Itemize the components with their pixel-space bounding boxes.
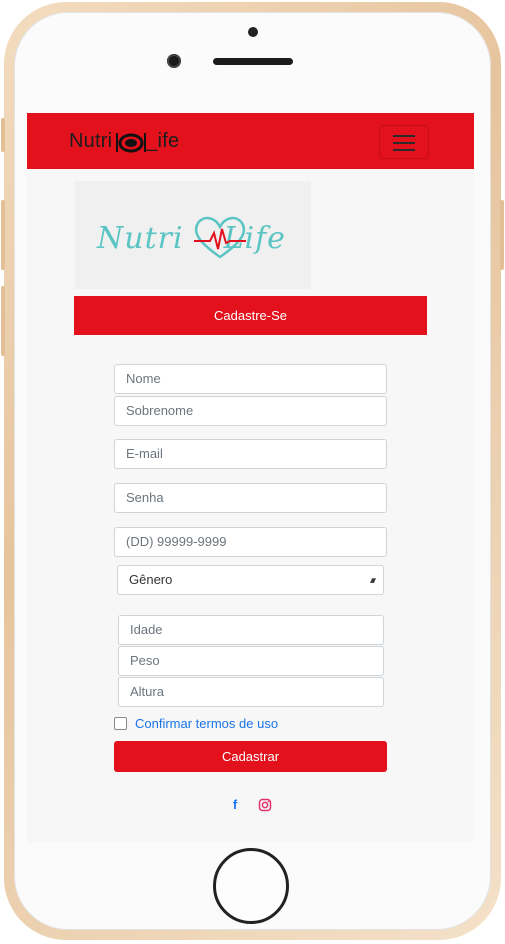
plate-icon (116, 133, 146, 153)
navbar: Nutri _ife (27, 113, 474, 169)
email-input[interactable]: E-mail (114, 439, 387, 469)
genero-select[interactable]: Gênero ▴▾ (117, 565, 384, 595)
menu-toggle-button[interactable] (379, 125, 429, 159)
hamburger-icon (393, 135, 415, 137)
select-arrows-icon: ▴▾ (369, 575, 376, 585)
altura-input[interactable]: Altura (118, 677, 384, 707)
heart-pulse-icon (194, 216, 246, 259)
telefone-input[interactable]: (DD) 99999-9999 (114, 527, 387, 557)
senha-input[interactable]: Senha (114, 483, 387, 513)
page-title: Cadastre-Se (74, 296, 427, 335)
volume-up-button (1, 200, 5, 270)
proximity-sensor (248, 27, 258, 37)
earpiece-speaker (213, 58, 293, 65)
home-button[interactable] (213, 848, 289, 924)
instagram-icon[interactable] (258, 797, 272, 813)
terms-link[interactable]: Confirmar termos de uso (135, 716, 278, 731)
power-button (500, 200, 504, 270)
peso-input[interactable]: Peso (118, 646, 384, 676)
brand-text-right: _ife (146, 130, 180, 152)
terms-checkbox[interactable] (114, 717, 127, 730)
app-screen: Nutri _ife Nutri Life Cadastre-Se Nome Sob… (27, 113, 474, 843)
idade-input[interactable]: Idade (118, 615, 384, 645)
volume-down-button (1, 286, 5, 356)
front-camera (167, 54, 181, 68)
nutrilife-logo: Nutri Life (75, 181, 311, 289)
sobrenome-input[interactable]: Sobrenome (114, 396, 387, 426)
facebook-icon[interactable]: f (228, 797, 242, 813)
nome-input[interactable]: Nome (114, 364, 387, 394)
brand-text-left: Nutri (69, 130, 113, 152)
side-button (1, 118, 5, 152)
cadastrar-button[interactable]: Cadastrar (114, 741, 387, 772)
